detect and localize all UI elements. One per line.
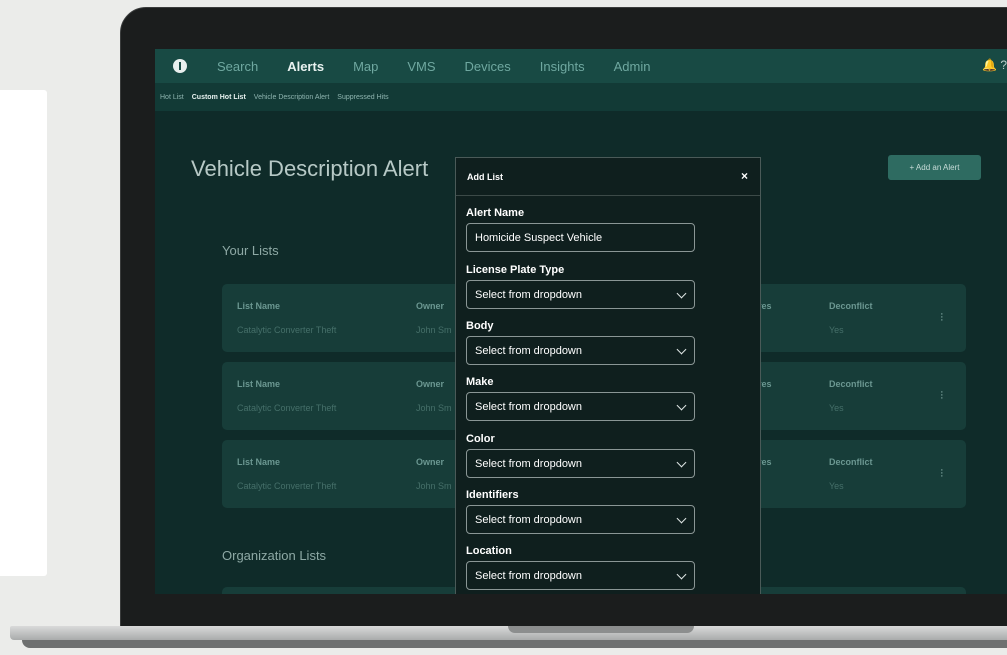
org-lists-title: Organization Lists (222, 548, 327, 563)
list-name-header: List Name (237, 379, 281, 389)
nav-insights[interactable]: Insights (540, 59, 585, 74)
alert-name-value: Homicide Suspect Vehicle (475, 231, 603, 244)
list-name-header: List Name (237, 301, 281, 311)
list-name-value: Catalytic Converter Theft (237, 403, 337, 413)
location-label: Location (466, 545, 512, 557)
nav-vms[interactable]: VMS (407, 59, 435, 74)
modal-title: Add List (467, 171, 503, 182)
chevron-down-icon (676, 569, 687, 580)
nav-search[interactable]: Search (217, 59, 258, 74)
license-plate-type-select[interactable]: Select from dropdown (466, 280, 695, 309)
background-card (0, 90, 47, 576)
top-nav: Search Alerts Map VMS Devices Insights A… (155, 49, 1007, 83)
identifiers-label: Identifiers (466, 489, 519, 501)
chevron-down-icon (676, 288, 687, 299)
chevron-down-icon (676, 513, 687, 524)
add-list-modal: Add List × Alert Name Homicide Suspect V… (455, 157, 761, 594)
owner-header: Owner (416, 301, 445, 311)
logo-icon[interactable] (173, 59, 187, 73)
owner-value: John Sm (416, 481, 452, 491)
laptop-base (10, 626, 1007, 655)
select-value: Select from dropdown (475, 344, 582, 357)
owner-header: Owner (416, 379, 445, 389)
alert-name-label: Alert Name (466, 207, 525, 219)
subnav-vehicle-description-alert[interactable]: Vehicle Description Alert (254, 94, 329, 101)
owner-header: Owner (416, 457, 445, 467)
select-value: Select from dropdown (475, 288, 582, 301)
identifiers-select[interactable]: Select from dropdown (466, 505, 695, 534)
add-alert-button[interactable]: + Add an Alert (888, 155, 981, 180)
nav-devices[interactable]: Devices (465, 59, 511, 74)
subnav-custom-hot-list[interactable]: Custom Hot List (192, 94, 246, 101)
location-select[interactable]: Select from dropdown (466, 561, 695, 590)
nav-map[interactable]: Map (353, 59, 378, 74)
app-screen: Search Alerts Map VMS Devices Insights A… (155, 49, 1007, 594)
make-select[interactable]: Select from dropdown (466, 392, 695, 421)
chevron-down-icon (676, 457, 687, 468)
deconflict-header: Deconflict (829, 457, 873, 467)
body-select[interactable]: Select from dropdown (466, 336, 695, 365)
more-options-icon[interactable]: · · · (940, 309, 944, 326)
deconflict-value: Yes (829, 325, 844, 335)
chevron-down-icon (676, 344, 687, 355)
subnav-suppressed-hits[interactable]: Suppressed Hits (337, 94, 388, 101)
deconflict-header: Deconflict (829, 379, 873, 389)
nav-admin[interactable]: Admin (614, 59, 651, 74)
nav-alerts[interactable]: Alerts (287, 59, 324, 74)
deconflict-value: Yes (829, 403, 844, 413)
select-value: Select from dropdown (475, 457, 582, 470)
color-label: Color (466, 433, 495, 445)
list-name-header: List Name (237, 457, 281, 467)
owner-value: John Sm (416, 325, 452, 335)
subnav-hot-list[interactable]: Hot List (160, 94, 184, 101)
alert-name-input[interactable]: Homicide Suspect Vehicle (466, 223, 695, 252)
laptop-notch (508, 626, 694, 633)
your-lists-title: Your Lists (222, 243, 279, 258)
more-options-icon[interactable]: · · · (940, 387, 944, 404)
page-title: Vehicle Description Alert (191, 156, 429, 181)
laptop-base-bottom (22, 640, 1007, 648)
bell-and-help-icons[interactable]: 🔔 ? (982, 58, 1007, 72)
more-options-icon[interactable]: · · · (940, 465, 944, 482)
make-label: Make (466, 376, 494, 388)
body-label: Body (466, 320, 494, 332)
color-select[interactable]: Select from dropdown (466, 449, 695, 478)
list-name-value: Catalytic Converter Theft (237, 481, 337, 491)
modal-header: Add List × (456, 158, 760, 196)
sub-nav: Hot List Custom Hot List Vehicle Descrip… (155, 83, 1007, 111)
chevron-down-icon (676, 400, 687, 411)
select-value: Select from dropdown (475, 513, 582, 526)
deconflict-value: Yes (829, 481, 844, 491)
list-name-value: Catalytic Converter Theft (237, 325, 337, 335)
close-icon[interactable]: × (741, 169, 748, 183)
license-plate-type-label: License Plate Type (466, 264, 565, 276)
select-value: Select from dropdown (475, 569, 582, 582)
select-value: Select from dropdown (475, 400, 582, 413)
deconflict-header: Deconflict (829, 301, 873, 311)
owner-value: John Sm (416, 403, 452, 413)
